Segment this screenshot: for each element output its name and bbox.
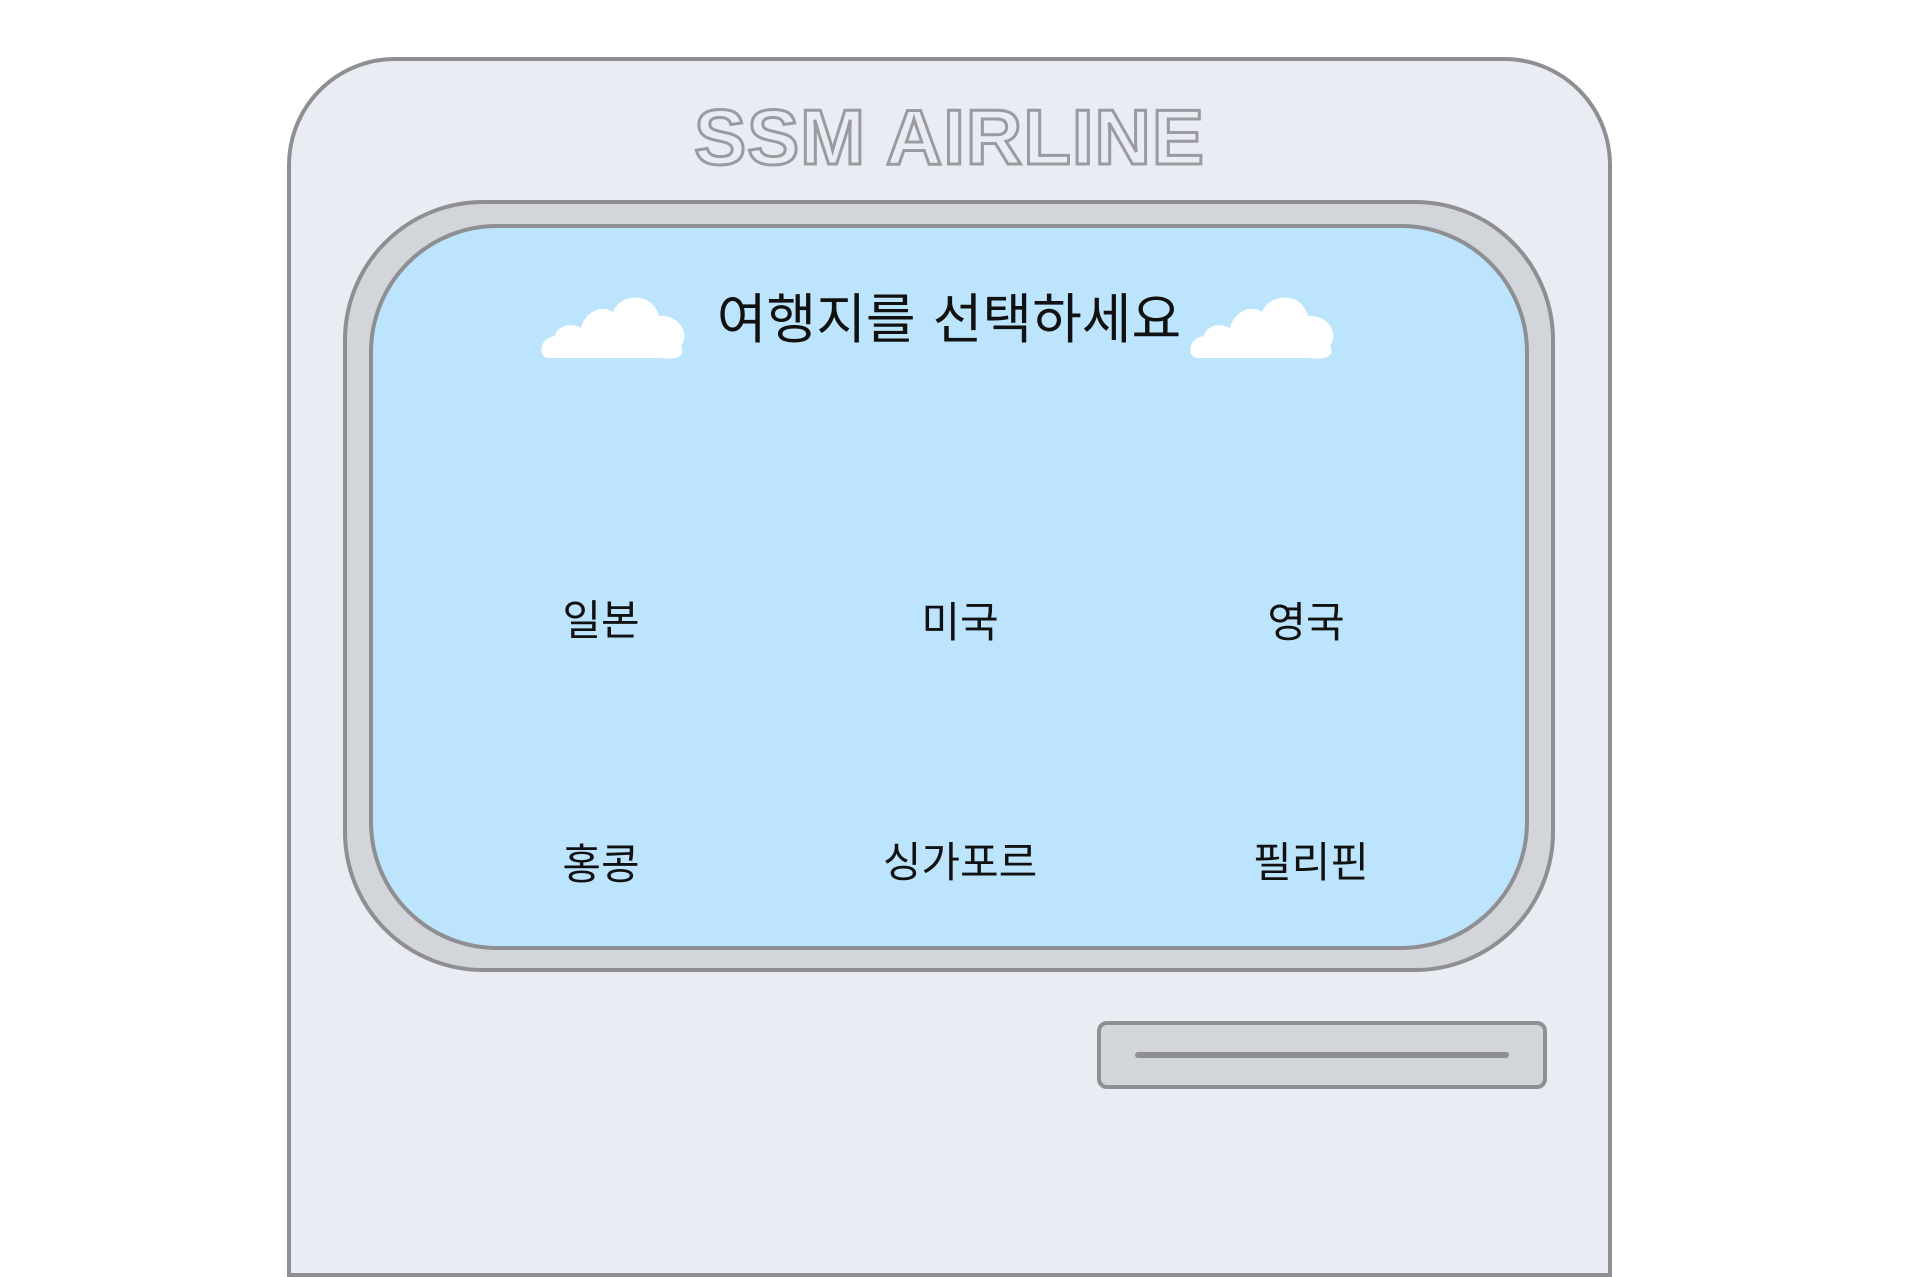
destination-hongkong-button[interactable]: 홍콩	[471, 840, 731, 890]
destination-usa-button[interactable]: 미국	[830, 598, 1090, 648]
cloud-icon	[1190, 297, 1334, 359]
card-slot	[1097, 1021, 1547, 1089]
window-frame: 여행지를 선택하세요 일본 미국 영국 홍콩 싱가포르 필리핀	[343, 200, 1555, 972]
card-slot-opening	[1135, 1052, 1509, 1058]
kiosk-body: SSM AIRLINE 여행지를 선택하세요 일본 미국 영국 홍콩 싱가포르 …	[287, 57, 1612, 1277]
destination-singapore-button[interactable]: 싱가포르	[830, 838, 1090, 888]
destination-japan-button[interactable]: 일본	[471, 596, 731, 646]
touch-screen: 여행지를 선택하세요 일본 미국 영국 홍콩 싱가포르 필리핀	[369, 224, 1529, 950]
brand-title: SSM AIRLINE	[693, 93, 1206, 181]
destination-prompt: 여행지를 선택하세요	[716, 288, 1182, 351]
destination-uk-button[interactable]: 영국	[1176, 598, 1436, 648]
destination-philippines-button[interactable]: 필리핀	[1181, 838, 1441, 888]
